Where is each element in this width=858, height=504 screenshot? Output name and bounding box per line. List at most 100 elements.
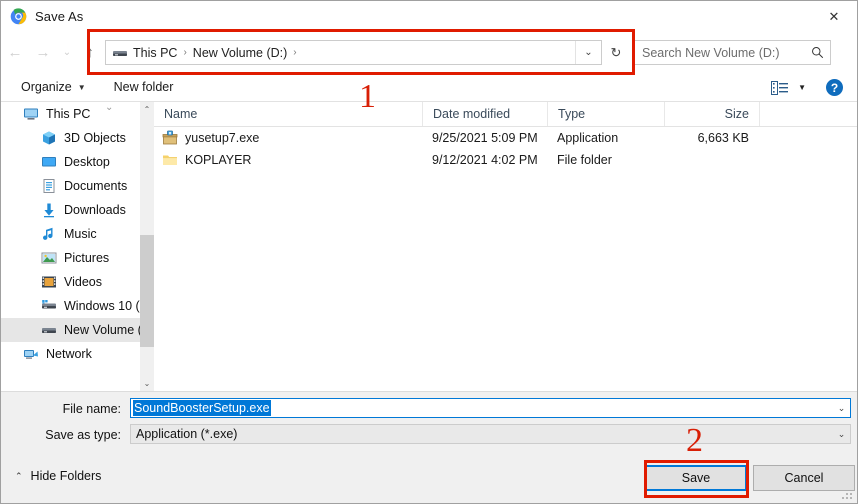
organize-label: Organize bbox=[21, 80, 72, 94]
search-input[interactable]: Search New Volume (D:) bbox=[642, 46, 804, 60]
sidebar-item-label: Desktop bbox=[64, 155, 110, 169]
file-list-pane: Name Date modified Type Size yusetup7.ex… bbox=[154, 102, 857, 391]
file-row[interactable]: yusetup7.exe 9/25/2021 5:09 PM Application… bbox=[154, 127, 857, 149]
sidebar-item-windows-10-c[interactable]: Windows 10 (C:) bbox=[1, 294, 154, 318]
exe-setup-icon bbox=[162, 130, 178, 146]
scrollbar-thumb[interactable] bbox=[140, 235, 154, 347]
sidebar-item-music[interactable]: Music bbox=[1, 222, 154, 246]
drive-icon bbox=[41, 322, 57, 338]
chevron-up-icon: ⌃ bbox=[15, 470, 23, 481]
organize-button[interactable]: Organize ▼ bbox=[13, 75, 94, 100]
chevron-down-icon[interactable]: ▼ bbox=[798, 83, 806, 92]
back-button[interactable]: ← bbox=[1, 39, 29, 67]
breadcrumb-separator-trailing[interactable]: › bbox=[287, 47, 302, 58]
annotation-marker-2: 2 bbox=[686, 422, 703, 459]
drive-icon bbox=[112, 46, 128, 60]
sidebar-item-label: Network bbox=[46, 347, 92, 361]
search-icon bbox=[804, 46, 830, 59]
window-title: Save As bbox=[35, 9, 84, 24]
help-button[interactable]: ? bbox=[826, 79, 843, 96]
pc-icon bbox=[23, 106, 39, 122]
videos-icon bbox=[41, 274, 57, 290]
documents-icon bbox=[41, 178, 57, 194]
breadcrumb-item-this-pc[interactable]: This PC bbox=[133, 46, 177, 60]
sidebar-item-label: This PC bbox=[46, 107, 91, 121]
navigation-bar: ← → ⌄ ↑ This PC › New Volume (D:) › ⌄ ↻ … bbox=[1, 32, 857, 73]
scroll-down-arrow[interactable]: ⌄ bbox=[140, 376, 154, 391]
sidebar-item-label: Documents bbox=[64, 179, 128, 193]
list-view-icon[interactable] bbox=[771, 80, 789, 95]
sidebar-item-label: Videos bbox=[64, 275, 102, 289]
3d-objects-icon bbox=[41, 130, 57, 146]
sort-indicator-icon: ⌄ bbox=[105, 102, 114, 113]
forward-button[interactable]: → bbox=[29, 39, 57, 67]
file-name-value[interactable]: SoundBoosterSetup.exe bbox=[133, 400, 271, 416]
annotation-marker-1: 1 bbox=[359, 78, 376, 115]
sidebar-item-new-volume-d[interactable]: New Volume (D:) bbox=[1, 318, 154, 342]
file-date-cell: 9/25/2021 5:09 PM bbox=[432, 131, 538, 145]
desktop-icon bbox=[41, 154, 57, 170]
command-toolbar: Organize ▼ New folder ▼ ? bbox=[1, 73, 857, 102]
sidebar-item-3d-objects[interactable]: 3D Objects bbox=[1, 126, 154, 150]
cancel-button[interactable]: Cancel bbox=[753, 465, 855, 491]
music-icon bbox=[41, 226, 57, 242]
pictures-icon bbox=[41, 250, 57, 266]
file-size-cell: 6,663 KB bbox=[697, 131, 749, 145]
file-rows: yusetup7.exe 9/25/2021 5:09 PM Application… bbox=[154, 127, 857, 171]
hdd-icon bbox=[41, 298, 57, 314]
sidebar-item-videos[interactable]: Videos bbox=[1, 270, 154, 294]
sidebar-item-desktop[interactable]: Desktop bbox=[1, 150, 154, 174]
scroll-up-arrow[interactable]: ⌃ bbox=[140, 102, 154, 117]
save-as-dialog: Save As ✕ ← → ⌄ ↑ This PC › New Volume (… bbox=[0, 0, 858, 504]
chevron-down-icon[interactable]: ⌄ bbox=[833, 425, 850, 443]
sidebar-item-label: Downloads bbox=[64, 203, 126, 217]
new-folder-button[interactable]: New folder bbox=[106, 75, 182, 100]
sidebar-item-network[interactable]: Network bbox=[1, 342, 154, 366]
file-row[interactable]: KOPLAYER 9/12/2021 4:02 PM File folder bbox=[154, 149, 857, 171]
sidebar-scrollbar[interactable]: ⌃ ⌄ bbox=[140, 102, 154, 391]
file-name-cell[interactable]: yusetup7.exe bbox=[154, 130, 422, 146]
file-name-label: File name: bbox=[62, 402, 121, 416]
file-name-text: KOPLAYER bbox=[185, 153, 252, 167]
refresh-icon[interactable]: ↻ bbox=[603, 40, 629, 65]
address-bar[interactable]: This PC › New Volume (D:) › ⌄ bbox=[105, 40, 602, 65]
sidebar-item-label: Pictures bbox=[64, 251, 110, 265]
save-as-type-select[interactable]: Application (*.exe) ⌄ bbox=[130, 424, 851, 444]
navigation-pane: This PC 3D Objects Desktop Documents Downloa… bbox=[1, 102, 154, 391]
save-as-type-label: Save as type: bbox=[45, 428, 121, 442]
toolbar-right-group: ▼ ? bbox=[771, 73, 857, 102]
search-box[interactable]: Search New Volume (D:) bbox=[634, 40, 831, 65]
save-as-type-value: Application (*.exe) bbox=[136, 427, 238, 441]
sidebar-item-pictures[interactable]: Pictures bbox=[1, 246, 154, 270]
file-name-cell[interactable]: KOPLAYER bbox=[154, 152, 422, 168]
hide-folders-label: Hide Folders bbox=[30, 469, 102, 483]
sidebar-item-this-pc[interactable]: This PC bbox=[1, 102, 154, 126]
chevron-down-icon[interactable]: ⌄ bbox=[833, 399, 850, 417]
save-button[interactable]: Save bbox=[645, 465, 747, 491]
column-header-extra[interactable] bbox=[759, 102, 857, 126]
breadcrumb-item-new-volume[interactable]: New Volume (D:) bbox=[193, 46, 287, 60]
sidebar-item-documents[interactable]: Documents bbox=[1, 174, 154, 198]
sidebar-item-label: Music bbox=[64, 227, 97, 241]
chevron-down-icon[interactable]: ⌄ bbox=[575, 41, 601, 64]
sidebar-item-downloads[interactable]: Downloads bbox=[1, 198, 154, 222]
column-header-name[interactable]: Name bbox=[154, 102, 422, 126]
column-header-type[interactable]: Type bbox=[547, 102, 664, 126]
file-name-input[interactable]: SoundBoosterSetup.exe ⌄ bbox=[130, 398, 851, 418]
sidebar-item-label: 3D Objects bbox=[64, 131, 126, 145]
file-date-cell: 9/12/2021 4:02 PM bbox=[432, 153, 538, 167]
network-icon bbox=[23, 346, 39, 362]
recent-locations-button[interactable]: ⌄ bbox=[57, 39, 77, 67]
title-bar: Save As ✕ bbox=[1, 1, 857, 32]
column-header-date-modified[interactable]: Date modified bbox=[422, 102, 547, 126]
column-headers: Name Date modified Type Size bbox=[154, 102, 857, 127]
downloads-icon bbox=[41, 202, 57, 218]
close-button[interactable]: ✕ bbox=[811, 1, 857, 32]
folder-icon bbox=[162, 152, 178, 168]
hide-folders-button[interactable]: ⌃ Hide Folders bbox=[15, 469, 101, 483]
up-button[interactable]: ↑ bbox=[77, 39, 103, 67]
chrome-logo-icon bbox=[10, 8, 27, 25]
column-header-size[interactable]: Size bbox=[664, 102, 759, 126]
breadcrumb-separator: › bbox=[183, 47, 187, 58]
file-form-area: File name: SoundBoosterSetup.exe ⌄ Save … bbox=[1, 391, 857, 447]
